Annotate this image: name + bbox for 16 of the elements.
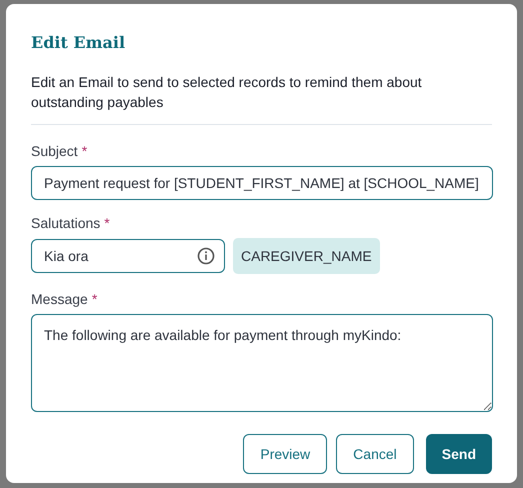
dialog-title: Edit Email <box>31 32 126 54</box>
required-mark: * <box>82 142 88 161</box>
field-label: Subject <box>31 142 78 161</box>
secondary-button[interactable]: Preview <box>243 434 328 474</box>
secondary-button[interactable]: Cancel <box>336 434 414 474</box>
required-mark: * <box>104 214 110 233</box>
dialog-description: Edit an Email to send to selected records to remind them about outstanding payables <box>31 73 423 112</box>
required-mark: * <box>92 290 98 309</box>
subject-field[interactable]: Payment request for [STUDENT_FIRST_NAME] at [SCHOOL_NAME] <box>31 166 493 200</box>
message-field[interactable]: The following are available for payment through myKindo: <box>31 314 493 412</box>
placeholder-tag[interactable]: CAREGIVER_NAME <box>233 238 380 274</box>
info-icon[interactable] <box>197 247 215 265</box>
field-label: Salutations <box>31 214 100 233</box>
field-label: Message <box>31 290 88 309</box>
salutation-field[interactable]: Kia ora <box>31 239 225 273</box>
send-button[interactable]: Send <box>426 434 492 474</box>
